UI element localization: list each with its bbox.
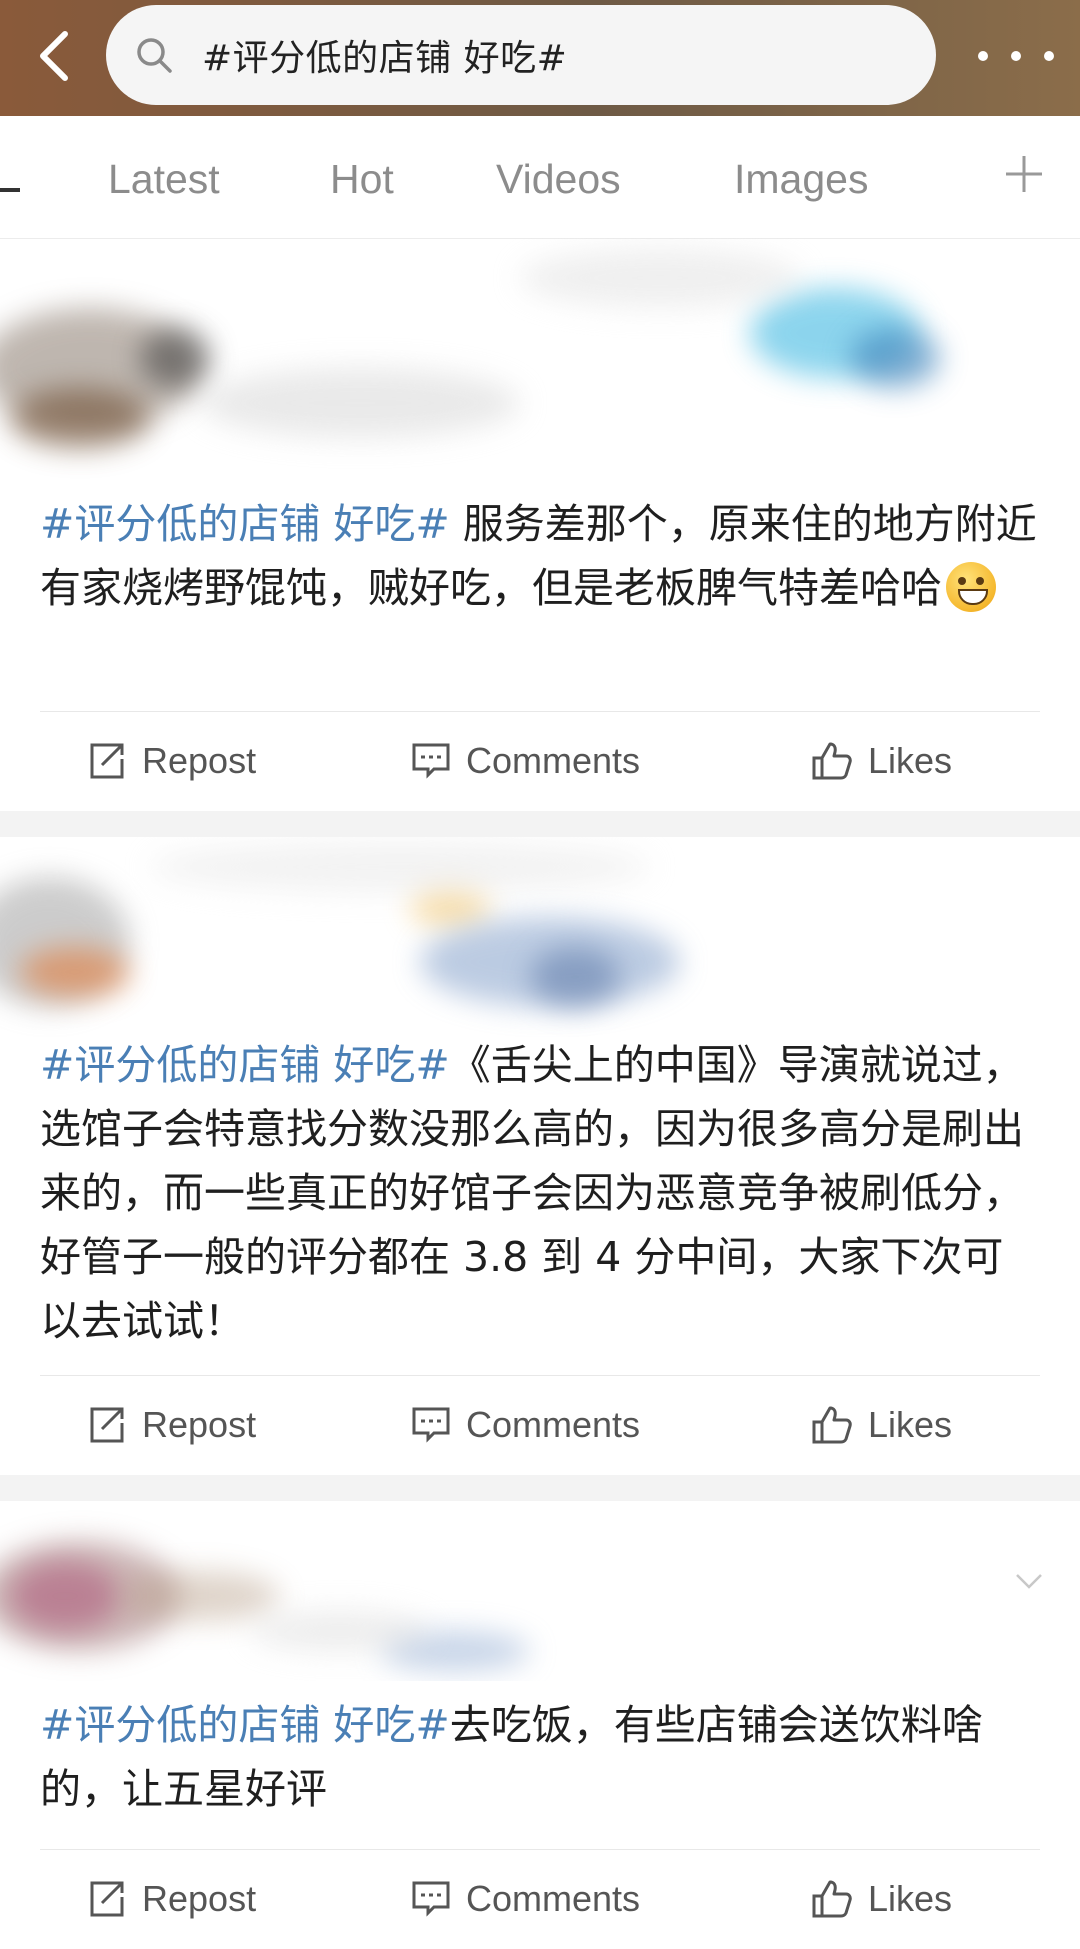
add-tab-icon[interactable] [1004, 154, 1044, 194]
comments-label: Comments [466, 1878, 641, 1919]
comment-icon [412, 1881, 450, 1917]
comment-icon [412, 743, 450, 779]
more-dot-icon [1011, 51, 1021, 61]
post-body: #评分低的店铺 好吃#去吃饭，有些店铺会送饮料啥的，让五星好评 [40, 1693, 1040, 1821]
tab-videos[interactable]: Videos [496, 156, 621, 203]
more-options-button[interactable] [978, 30, 1054, 82]
repost-icon [90, 743, 124, 779]
hashtag-link[interactable]: #评分低的店铺 好吃# [40, 1701, 450, 1749]
post-actions: Repost Comments Likes [0, 711, 1080, 811]
likes-button[interactable]: Likes [810, 1375, 952, 1475]
thumbs-up-icon [812, 1880, 852, 1918]
blurred-user-info [0, 1501, 1080, 1681]
comments-button[interactable]: Comments [410, 1849, 640, 1949]
comments-button[interactable]: Comments [410, 1375, 640, 1475]
more-dot-icon [1044, 51, 1054, 61]
back-button[interactable] [26, 24, 82, 88]
repost-button[interactable]: Repost [86, 1849, 256, 1949]
tab-latest[interactable]: Latest [108, 156, 220, 203]
search-query: #评分低的店铺 好吃# [202, 38, 568, 79]
chevron-down-icon[interactable] [1014, 1571, 1044, 1591]
post-separator [0, 1475, 1080, 1501]
repost-label: Repost [142, 1878, 257, 1919]
tab-hot[interactable]: Hot [330, 156, 394, 203]
top-bar: #评分低的店铺 好吃# [0, 0, 1080, 116]
search-input[interactable]: #评分低的店铺 好吃# [106, 5, 936, 105]
repost-button[interactable]: Repost [86, 711, 256, 811]
post-actions: Repost Comments Likes [0, 1849, 1080, 1949]
likes-button[interactable]: Likes [810, 711, 952, 811]
hashtag-link[interactable]: #评分低的店铺 好吃# [40, 500, 450, 548]
comment-icon [412, 1407, 450, 1443]
likes-label: Likes [868, 1878, 953, 1919]
repost-icon [90, 1407, 124, 1443]
post-actions: Repost Comments Likes [0, 1375, 1080, 1475]
likes-label: Likes [868, 1404, 953, 1445]
post-body: #评分低的店铺 好吃#《舌尖上的中国》导演就说过，选馆子会特意找分数没那么高的，… [40, 1033, 1040, 1353]
search-icon [132, 33, 176, 77]
repost-icon [90, 1881, 124, 1917]
comments-label: Comments [466, 1404, 641, 1445]
hashtag-link[interactable]: #评分低的店铺 好吃# [40, 1041, 450, 1089]
post-body: #评分低的店铺 好吃# 服务差那个，原来住的地方附近有家烧烤野馄饨，贼好吃，但是… [40, 492, 1040, 620]
likes-button[interactable]: Likes [810, 1849, 952, 1949]
comments-label: Comments [466, 740, 641, 781]
back-arrow-icon [40, 31, 68, 81]
tab-images[interactable]: Images [734, 156, 868, 203]
more-dot-icon [978, 51, 988, 61]
tab-bar: Latest Hot Videos Images [0, 116, 1080, 239]
thumbs-up-icon [812, 742, 852, 780]
blurred-user-info [0, 238, 1080, 488]
active-tab-indicator [0, 188, 20, 192]
likes-label: Likes [868, 740, 953, 781]
thumbs-up-icon [812, 1406, 852, 1444]
repost-label: Repost [142, 1404, 257, 1445]
post-separator [0, 811, 1080, 837]
grinning-emoji-icon [946, 562, 996, 612]
comments-button[interactable]: Comments [410, 711, 640, 811]
blurred-user-info [0, 837, 1080, 1037]
repost-button[interactable]: Repost [86, 1375, 256, 1475]
repost-label: Repost [142, 740, 257, 781]
